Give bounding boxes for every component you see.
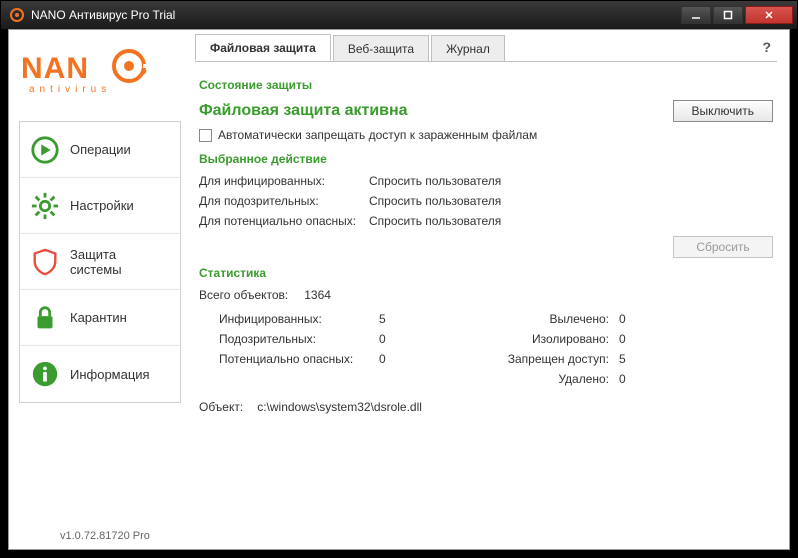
action-pua-label: Для потенциально опасных: bbox=[199, 214, 369, 228]
section-selected-action: Выбранное действие bbox=[199, 152, 773, 166]
tabs: Файловая защита Веб-защита Журнал ? bbox=[195, 32, 777, 62]
stats-suspicious-label: Подозрительных: bbox=[219, 332, 379, 346]
nav-label: Операции bbox=[70, 142, 131, 157]
stats-deleted-value: 0 bbox=[619, 372, 659, 386]
nav-item-settings[interactable]: Настройки bbox=[20, 178, 180, 234]
help-button[interactable]: ? bbox=[756, 39, 777, 55]
close-button[interactable] bbox=[745, 6, 793, 24]
stats-blocked-value: 5 bbox=[619, 352, 659, 366]
sidebar: NAN antivirus bbox=[9, 30, 187, 549]
svg-text:NAN: NAN bbox=[21, 52, 89, 85]
auto-block-checkbox[interactable] bbox=[199, 129, 212, 142]
disable-button[interactable]: Выключить bbox=[673, 100, 773, 122]
stats-infected-value: 5 bbox=[379, 312, 419, 326]
svg-text:antivirus: antivirus bbox=[29, 84, 111, 95]
titlebar: NANO Антивирус Pro Trial bbox=[1, 1, 797, 29]
minimize-button[interactable] bbox=[681, 6, 711, 24]
stats-isolated-value: 0 bbox=[619, 332, 659, 346]
lock-icon bbox=[30, 303, 60, 333]
window-title: NANO Антивирус Pro Trial bbox=[31, 8, 681, 22]
play-icon bbox=[30, 135, 60, 165]
tab-file-protection[interactable]: Файловая защита bbox=[195, 34, 331, 61]
content: Файловая защита Веб-защита Журнал ? Сост… bbox=[187, 30, 789, 549]
nav-label: Защита системы bbox=[70, 247, 170, 277]
object-label: Объект: bbox=[199, 400, 243, 414]
action-infected-value: Спросить пользователя bbox=[369, 174, 773, 188]
nav: Операции Настройки Защита системы Карант… bbox=[19, 121, 181, 403]
stats-total-label: Всего объектов: bbox=[199, 288, 288, 302]
version-label: v1.0.72.81720 Pro bbox=[60, 530, 150, 542]
nav-item-protection[interactable]: Защита системы bbox=[20, 234, 180, 290]
stats-deleted-label: Удалено: bbox=[419, 372, 619, 386]
app-icon bbox=[9, 7, 25, 23]
stats-blocked-label: Запрещен доступ: bbox=[419, 352, 619, 366]
action-pua-value: Спросить пользователя bbox=[369, 214, 773, 228]
logo: NAN antivirus bbox=[21, 48, 181, 105]
action-infected-label: Для инфицированных: bbox=[199, 174, 369, 188]
action-suspicious-value: Спросить пользователя bbox=[369, 194, 773, 208]
gear-icon bbox=[30, 191, 60, 221]
nav-item-operations[interactable]: Операции bbox=[20, 122, 180, 178]
stats-infected-label: Инфицированных: bbox=[219, 312, 379, 326]
stats-pua-value: 0 bbox=[379, 352, 419, 366]
object-value: c:\windows\system32\dsrole.dll bbox=[257, 400, 422, 414]
nav-item-info[interactable]: Информация bbox=[20, 346, 180, 402]
maximize-button[interactable] bbox=[713, 6, 743, 24]
info-icon bbox=[30, 359, 60, 389]
reset-button[interactable]: Сбросить bbox=[673, 236, 773, 258]
stats-cured-label: Вылечено: bbox=[419, 312, 619, 326]
shield-icon bbox=[30, 247, 60, 277]
nav-label: Карантин bbox=[70, 310, 127, 325]
nav-item-quarantine[interactable]: Карантин bbox=[20, 290, 180, 346]
auto-block-label: Автоматически запрещать доступ к заражен… bbox=[218, 128, 537, 142]
protection-status: Файловая защита активна bbox=[199, 102, 408, 120]
nav-label: Информация bbox=[70, 367, 150, 382]
tab-web-protection[interactable]: Веб-защита bbox=[333, 35, 429, 61]
action-suspicious-label: Для подозрительных: bbox=[199, 194, 369, 208]
stats-isolated-label: Изолировано: bbox=[419, 332, 619, 346]
stats-pua-label: Потенциально опасных: bbox=[219, 352, 379, 366]
stats-cured-value: 0 bbox=[619, 312, 659, 326]
section-stats: Статистика bbox=[199, 266, 773, 280]
tab-log[interactable]: Журнал bbox=[431, 35, 505, 61]
section-protection-state: Состояние защиты bbox=[199, 78, 773, 92]
stats-total-value: 1364 bbox=[304, 288, 331, 302]
stats-suspicious-value: 0 bbox=[379, 332, 419, 346]
nav-label: Настройки bbox=[70, 198, 134, 213]
